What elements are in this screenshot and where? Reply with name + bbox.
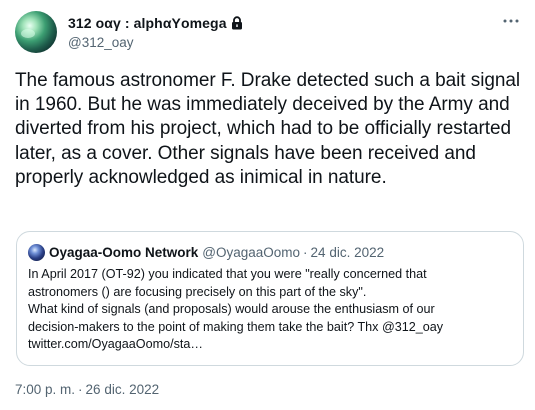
- author-display-name[interactable]: 312 οαγ : alphαΥomega: [68, 15, 227, 31]
- tweet: 312 οαγ : alphαΥomega @312_oay The famou…: [0, 0, 535, 410]
- quoted-author-name: Oyagaa-Oomo Network: [49, 245, 199, 260]
- tweet-timestamp[interactable]: 7:00 p. m. · 26 dic. 2022: [15, 382, 159, 397]
- quoted-tweet-text: In April 2017 (OT-92) you indicated that…: [28, 266, 516, 354]
- author-display-name-row[interactable]: 312 οαγ : alphαΥomega: [68, 14, 243, 32]
- lock-icon: [231, 16, 243, 30]
- quoted-text-line: decision-makers to the point of making t…: [28, 319, 444, 334]
- quoted-text-line: astronomers () are focusing precisely on…: [28, 284, 367, 299]
- author-avatar[interactable]: [15, 11, 57, 53]
- tweet-date: 26 dic. 2022: [85, 382, 160, 397]
- quoted-text-line: In April 2017 (OT-92) you indicated that…: [28, 267, 427, 281]
- author-names: 312 οαγ : alphαΥomega @312_oay: [68, 14, 243, 50]
- quoted-author-handle: @OyagaaOomo: [202, 245, 301, 260]
- tweet-time: 7:00 p. m.: [15, 382, 76, 397]
- quoted-date: 24 dic. 2022: [310, 245, 385, 260]
- tweet-header: 312 οαγ : alphαΥomega @312_oay: [15, 11, 525, 55]
- quoted-author-avatar: [28, 244, 45, 261]
- quoted-tweet-header: Oyagaa-Oomo Network @OyagaaOomo · 24 dic…: [28, 244, 384, 261]
- timestamp-separator: ·: [78, 382, 83, 397]
- author-handle[interactable]: @312_oay: [68, 35, 243, 50]
- quoted-tweet[interactable]: Oyagaa-Oomo Network @OyagaaOomo · 24 dic…: [16, 231, 524, 366]
- tweet-text: The famous astronomer F. Drake detected …: [15, 70, 521, 188]
- quoted-text-line: What kind of signals (and proposals) wou…: [28, 302, 435, 317]
- quoted-link: twitter.com/OyagaaOomo/sta…: [28, 337, 203, 352]
- quoted-separator: ·: [303, 245, 308, 260]
- more-horizontal-icon[interactable]: [501, 13, 521, 29]
